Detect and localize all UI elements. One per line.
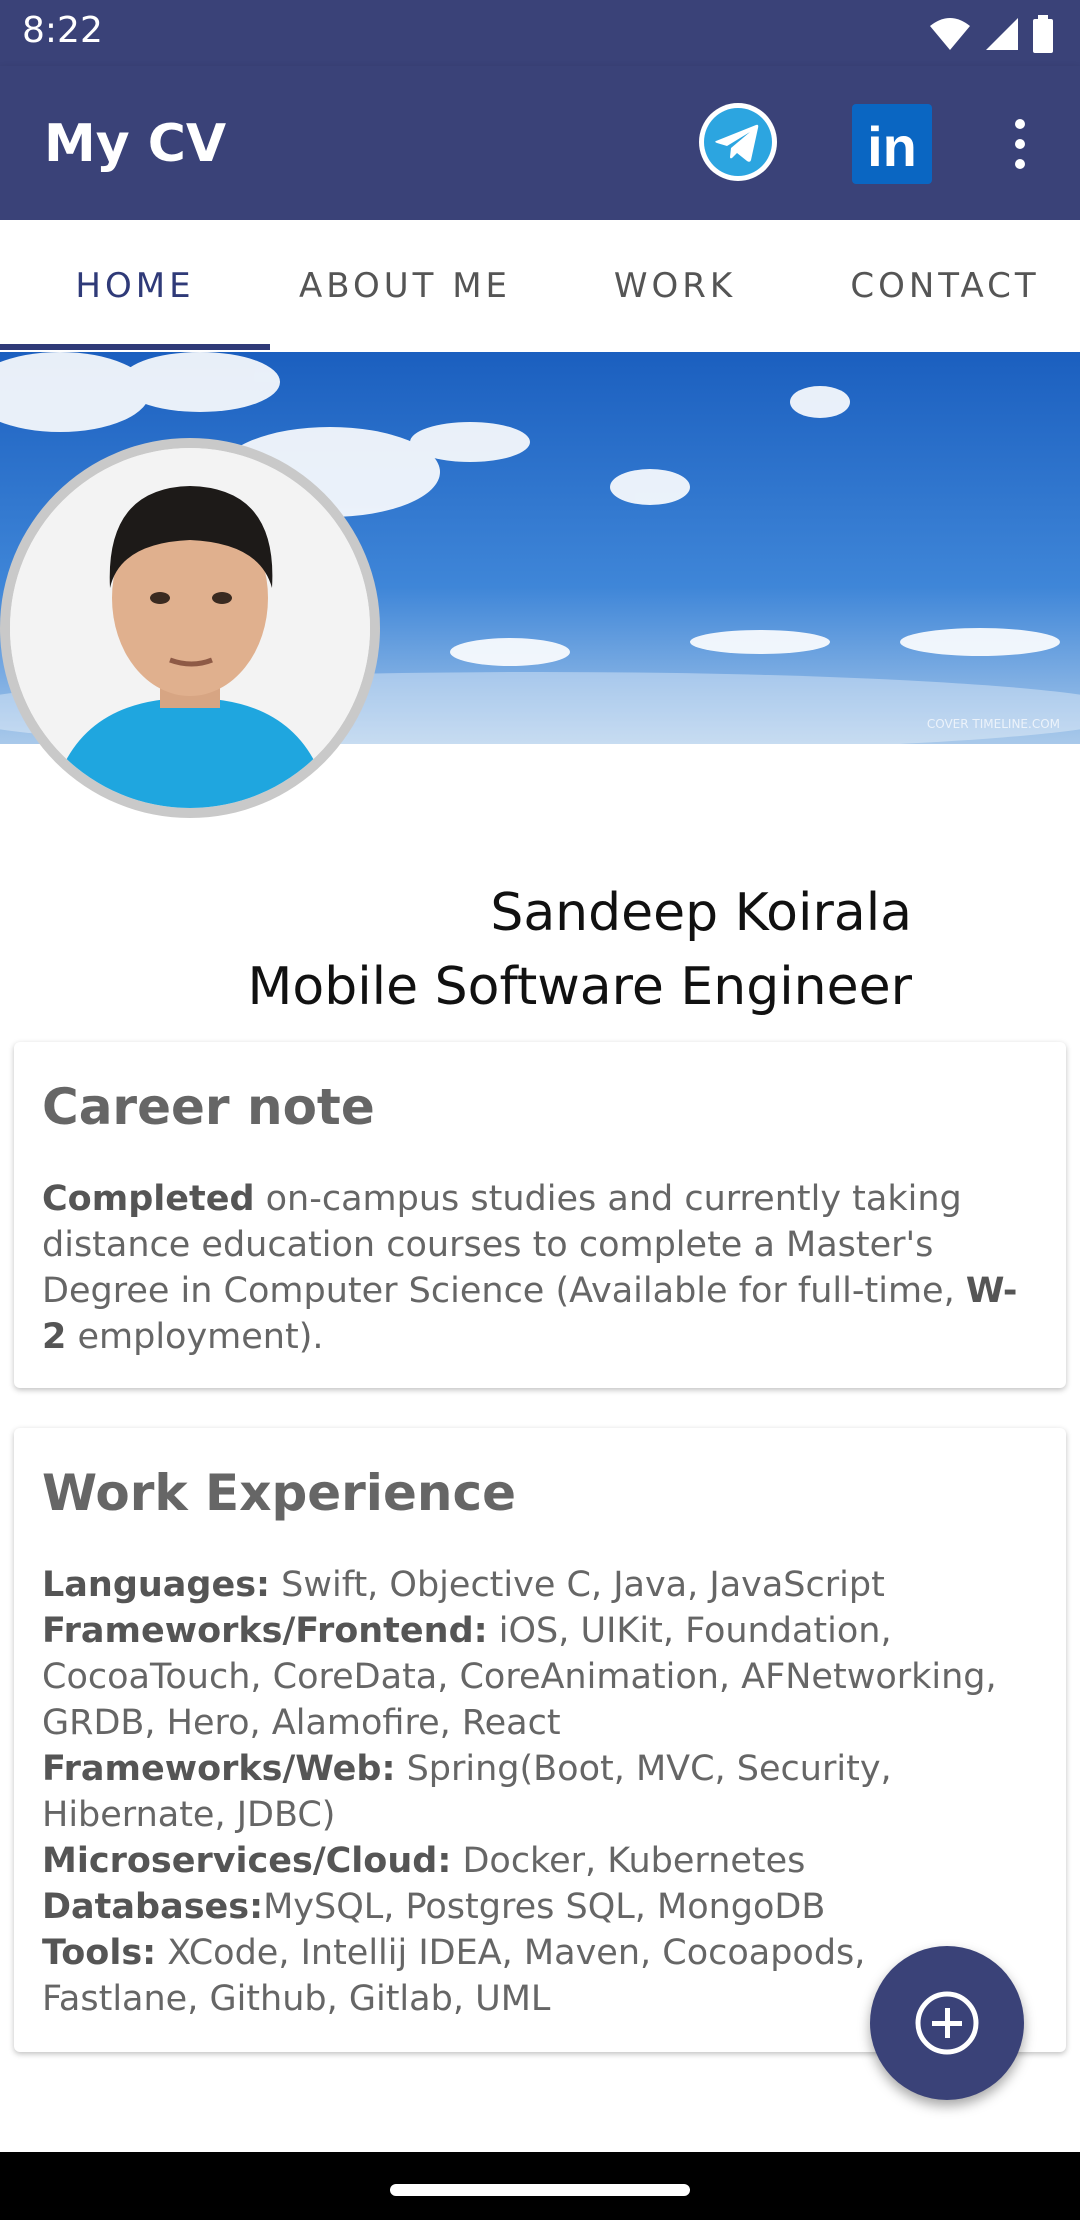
skill-label: Databases: xyxy=(42,1887,264,1927)
work-experience-heading: Work Experience xyxy=(42,1464,516,1522)
tab-indicator xyxy=(0,344,270,350)
skill-line-frontend: Frameworks/Frontend: iOS, UIKit, Foundat… xyxy=(42,1608,1026,1746)
status-icons xyxy=(928,14,1054,54)
add-fab-button[interactable] xyxy=(870,1946,1024,2100)
skill-label: Languages: xyxy=(42,1565,271,1605)
linkedin-text: in xyxy=(867,115,917,178)
skill-label: Frameworks/Web: xyxy=(42,1749,396,1789)
profile-photo xyxy=(10,448,370,808)
skill-value: MySQL, Postgres SQL, MongoDB xyxy=(263,1887,826,1927)
career-note-card: Career note Completed on-campus studies … xyxy=(14,1042,1066,1388)
skill-value: XCode, Intellij IDEA, Maven, Cocoapods, … xyxy=(42,1933,866,2019)
tab-bar: HOME ABOUT ME WORK CONTACT xyxy=(0,220,1080,353)
app-bar: My CV in xyxy=(0,66,1080,220)
linkedin-icon: in xyxy=(852,104,932,184)
telegram-icon xyxy=(699,103,777,181)
home-gesture-handle[interactable] xyxy=(390,2184,690,2196)
profile-role: Mobile Software Engineer xyxy=(247,957,912,1017)
more-vert-icon xyxy=(1015,119,1025,129)
tab-home[interactable]: HOME xyxy=(0,220,270,352)
career-note-body: Completed on-campus studies and currentl… xyxy=(42,1176,1026,1360)
add-circle-icon xyxy=(915,1991,979,2055)
skill-label: Microservices/Cloud: xyxy=(42,1841,452,1881)
banner-watermark: COVER TIMELINE.COM xyxy=(927,717,1060,731)
career-note-text-2: employment). xyxy=(66,1317,324,1357)
app-title: My CV xyxy=(44,114,227,174)
skill-value: Swift, Objective C, Java, JavaScript xyxy=(270,1565,885,1605)
career-note-bold-1: Completed xyxy=(42,1179,255,1219)
profile-info: Sandeep Koirala Mobile Software Engineer xyxy=(248,876,912,1024)
skill-line-cloud: Microservices/Cloud: Docker, Kubernetes xyxy=(42,1838,1026,1884)
skill-label: Tools: xyxy=(42,1933,157,1973)
signal-icon xyxy=(986,18,1018,50)
skill-line-languages: Languages: Swift, Objective C, Java, Jav… xyxy=(42,1562,1026,1608)
wifi-icon xyxy=(930,18,970,50)
telegram-button[interactable] xyxy=(698,102,778,182)
skill-line-web: Frameworks/Web: Spring(Boot, MVC, Securi… xyxy=(42,1746,1026,1838)
skill-label: Frameworks/Frontend: xyxy=(42,1611,488,1651)
profile-name: Sandeep Koirala xyxy=(490,883,912,943)
more-options-button[interactable] xyxy=(1000,114,1040,174)
status-bar: 8:22 xyxy=(0,0,1080,66)
linkedin-button[interactable]: in xyxy=(852,104,932,184)
tab-about-me[interactable]: ABOUT ME xyxy=(270,220,540,352)
more-vert-dot xyxy=(1015,159,1025,169)
skill-value: Docker, Kubernetes xyxy=(451,1841,806,1881)
career-note-heading: Career note xyxy=(42,1078,375,1136)
battery-icon xyxy=(1033,15,1053,53)
work-experience-body: Languages: Swift, Objective C, Java, Jav… xyxy=(42,1562,1026,2022)
skill-line-databases: Databases:MySQL, Postgres SQL, MongoDB xyxy=(42,1884,1026,1930)
tab-contact[interactable]: CONTACT xyxy=(810,220,1080,352)
avatar xyxy=(0,438,380,818)
tab-work[interactable]: WORK xyxy=(540,220,810,352)
status-time: 8:22 xyxy=(22,10,103,51)
more-vert-dot xyxy=(1015,139,1025,149)
